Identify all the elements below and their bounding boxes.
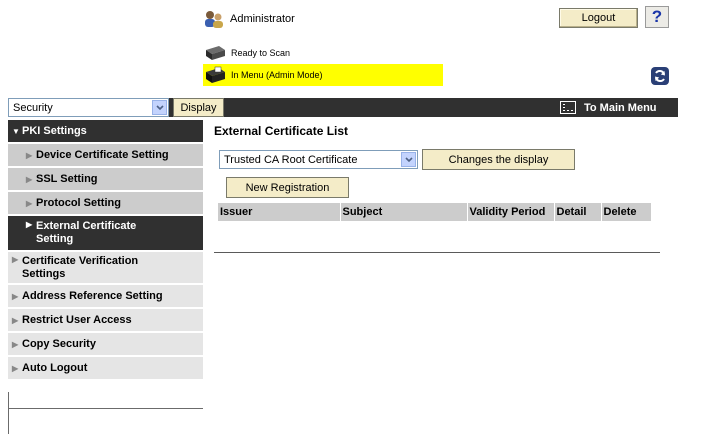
- triangle-down-icon: ▼: [12, 126, 20, 136]
- sidebar-item-external-certificate[interactable]: ▶ External Certificate Setting: [8, 216, 203, 252]
- main-menu-icon: [560, 101, 576, 114]
- printer-icon: [206, 66, 225, 83]
- printer-icon: [206, 46, 225, 60]
- refresh-icon[interactable]: [651, 67, 669, 85]
- sidebar-item-label: Device Certificate Setting: [36, 149, 169, 161]
- column-header-detail: Detail: [553, 203, 601, 221]
- sidebar-item-label: PKI Settings: [22, 125, 87, 137]
- logout-button[interactable]: Logout: [559, 8, 638, 28]
- sidebar-item-ssl-setting[interactable]: ▶ SSL Setting: [8, 168, 203, 192]
- category-select-value: Security: [13, 101, 53, 114]
- sidebar-item-device-certificate[interactable]: ▶ Device Certificate Setting: [8, 144, 203, 168]
- certificate-type-value: Trusted CA Root Certificate: [224, 153, 358, 166]
- user-info: Administrator: [203, 8, 295, 30]
- sidebar-item-address-reference[interactable]: ▶ Address Reference Setting: [8, 285, 203, 309]
- sidebar-edge: [8, 392, 9, 434]
- sidebar-item-label: Copy Security: [22, 338, 96, 350]
- sidebar-item-label: External Certificate Setting: [36, 220, 137, 245]
- chevron-down-icon[interactable]: [401, 152, 416, 167]
- sidebar-item-certificate-verification[interactable]: ▶ Certificate Verification Settings: [8, 252, 203, 285]
- to-main-menu-link[interactable]: To Main Menu: [560, 98, 657, 117]
- triangle-right-icon: ▶: [26, 198, 33, 208]
- triangle-right-icon: ▶: [12, 291, 19, 301]
- sidebar: ▼ PKI Settings ▶ Device Certificate Sett…: [8, 120, 203, 381]
- to-main-menu-label: To Main Menu: [584, 101, 657, 114]
- category-select[interactable]: Security: [8, 98, 169, 117]
- content-divider: [214, 252, 660, 253]
- sidebar-item-restrict-user-access[interactable]: ▶ Restrict User Access: [8, 309, 203, 333]
- status-ready-text: Ready to Scan: [231, 48, 291, 58]
- sidebar-item-copy-security[interactable]: ▶ Copy Security: [8, 333, 203, 357]
- triangle-right-icon: ▶: [12, 363, 19, 373]
- display-button[interactable]: Display: [173, 98, 224, 117]
- sidebar-item-label: Restrict User Access: [22, 314, 132, 326]
- triangle-right-icon: ▶: [26, 220, 33, 229]
- status-menu: In Menu (Admin Mode): [203, 64, 443, 86]
- user-role-label: Administrator: [230, 13, 295, 25]
- help-button[interactable]: ?: [645, 6, 669, 28]
- triangle-right-icon: ▶: [26, 174, 33, 184]
- new-registration-button[interactable]: New Registration: [226, 177, 349, 198]
- triangle-right-icon: ▶: [12, 315, 19, 325]
- table-header-row: Issuer Subject Validity Period Detail De…: [218, 203, 651, 221]
- column-header-validity-period: Validity Period: [466, 203, 554, 221]
- admin-users-icon: [205, 11, 223, 28]
- chevron-down-icon[interactable]: [152, 100, 167, 115]
- certificate-type-select[interactable]: Trusted CA Root Certificate: [219, 150, 418, 169]
- triangle-right-icon: ▶: [12, 339, 19, 349]
- page-title: External Certificate List: [214, 124, 349, 138]
- certificate-table: Issuer Subject Validity Period Detail De…: [218, 203, 651, 221]
- sidebar-divider: [8, 408, 203, 409]
- column-header-issuer: Issuer: [220, 206, 253, 218]
- column-header-delete: Delete: [600, 203, 651, 221]
- triangle-right-icon: ▶: [12, 255, 19, 264]
- sidebar-item-pki-settings[interactable]: ▼ PKI Settings: [8, 120, 203, 144]
- sidebar-item-label: Auto Logout: [22, 362, 88, 374]
- sidebar-item-label: Certificate Verification Settings: [22, 255, 139, 280]
- status-menu-text: In Menu (Admin Mode): [231, 70, 323, 80]
- change-display-button[interactable]: Changes the display: [422, 149, 575, 170]
- sidebar-item-auto-logout[interactable]: ▶ Auto Logout: [8, 357, 203, 381]
- sidebar-item-label: Address Reference Setting: [22, 290, 163, 302]
- sidebar-item-protocol-setting[interactable]: ▶ Protocol Setting: [8, 192, 203, 216]
- sidebar-item-label: Protocol Setting: [36, 197, 121, 209]
- sidebar-item-label: SSL Setting: [36, 173, 98, 185]
- column-header-subject: Subject: [339, 203, 467, 221]
- triangle-right-icon: ▶: [26, 150, 33, 160]
- status-ready: Ready to Scan: [203, 44, 290, 62]
